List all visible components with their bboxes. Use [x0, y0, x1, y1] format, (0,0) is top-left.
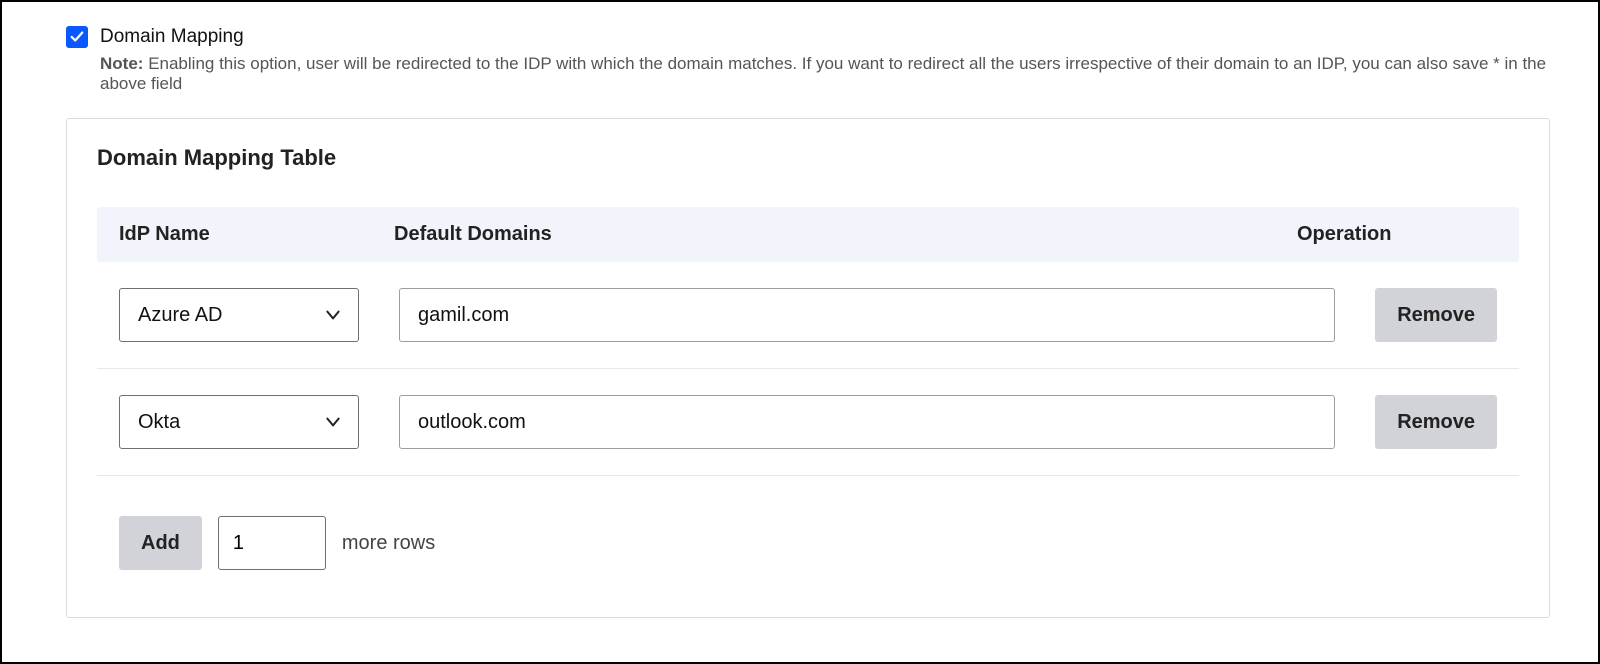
idp-select[interactable]: Azure AD: [119, 288, 359, 342]
domain-mapping-panel: Domain Mapping Table IdP Name Default Do…: [66, 118, 1550, 618]
idp-select-value: Azure AD: [138, 304, 222, 327]
table-header: IdP Name Default Domains Operation: [97, 207, 1519, 262]
feature-label: Domain Mapping: [100, 26, 244, 48]
add-count-input[interactable]: [218, 516, 326, 570]
more-rows-label: more rows: [342, 532, 435, 555]
panel-title: Domain Mapping Table: [97, 145, 1519, 171]
column-operation: Operation: [1297, 223, 1497, 246]
idp-select-value: Okta: [138, 411, 180, 434]
add-row-section: Add more rows: [97, 516, 1519, 570]
remove-button[interactable]: Remove: [1375, 395, 1497, 449]
add-button[interactable]: Add: [119, 516, 202, 570]
page-frame: Domain Mapping Note: Enabling this optio…: [0, 0, 1600, 664]
domain-mapping-checkbox[interactable]: [66, 26, 88, 48]
idp-select[interactable]: Okta: [119, 395, 359, 449]
note-prefix: Note:: [100, 54, 143, 73]
table-row: Okta Remove: [97, 369, 1519, 476]
remove-button[interactable]: Remove: [1375, 288, 1497, 342]
note-text: Enabling this option, user will be redir…: [100, 54, 1546, 93]
chevron-down-icon: [324, 413, 342, 431]
domain-input[interactable]: [399, 288, 1335, 342]
check-icon: [70, 30, 84, 44]
column-default-domains: Default Domains: [394, 223, 1297, 246]
chevron-down-icon: [324, 306, 342, 324]
feature-note: Note: Enabling this option, user will be…: [100, 54, 1550, 94]
feature-header: Domain Mapping: [66, 26, 1550, 48]
table-row: Azure AD Remove: [97, 262, 1519, 369]
domain-input[interactable]: [399, 395, 1335, 449]
column-idp-name: IdP Name: [119, 223, 394, 246]
